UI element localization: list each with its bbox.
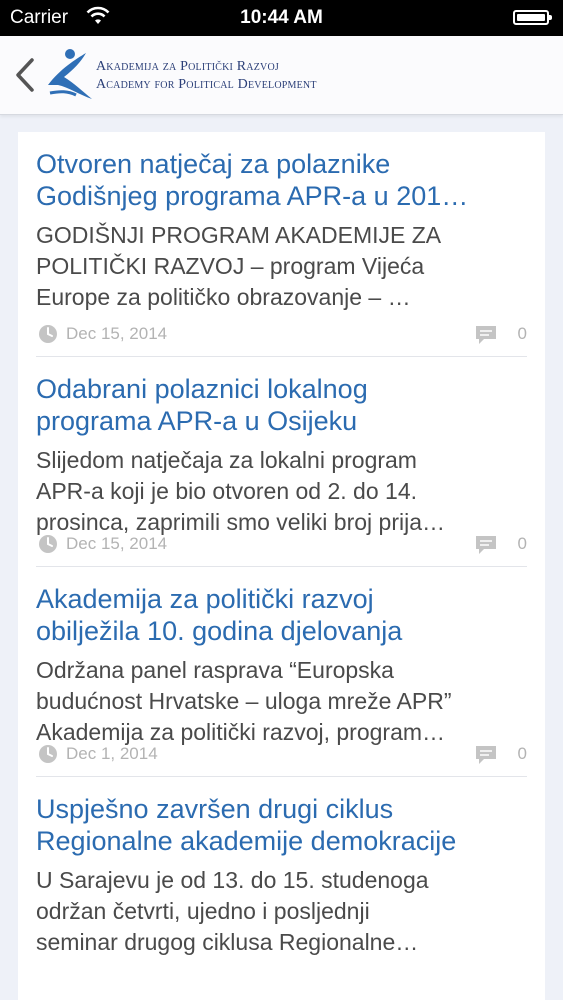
article-excerpt: Slijedom natječaja za lokalni program AP…: [36, 447, 446, 535]
article-item[interactable]: Uspješno završen drugi ciklus Regionalne…: [36, 777, 527, 987]
comment-icon[interactable]: [475, 745, 497, 765]
article-item[interactable]: Akademija za politički razvoj obilježila…: [36, 567, 527, 777]
comment-count: 0: [517, 324, 527, 343]
article-item[interactable]: Odabrani polaznici lokalnog programa APR…: [36, 357, 527, 567]
logo-line-croatian: Akademija za Politički Razvoj: [96, 59, 279, 74]
article-excerpt: U Sarajevu je od 13. do 15. studenoga od…: [36, 867, 429, 955]
apr-logo-icon: [48, 49, 92, 99]
article-date: Dec 15, 2014: [66, 534, 168, 553]
logo-line-english: Academy for Political Development: [96, 77, 317, 92]
battery-icon: [513, 10, 552, 25]
article-date: Dec 1, 2014: [66, 744, 158, 763]
comment-icon[interactable]: [475, 325, 497, 345]
article-title[interactable]: Otvoren natječaj za polaznike Godišnjeg …: [36, 148, 527, 212]
status-bar: Carrier 10:44 AM: [0, 0, 563, 36]
article-title[interactable]: Odabrani polaznici lokalnog programa APR…: [36, 373, 527, 437]
comment-icon[interactable]: [475, 535, 497, 555]
logo-text: Akademija za Politički Razvoj Academy fo…: [96, 58, 317, 94]
article-title[interactable]: Uspješno završen drugi ciklus Regionalne…: [36, 793, 527, 857]
article-item[interactable]: Otvoren natječaj za polaznike Godišnjeg …: [36, 132, 527, 357]
articles-list: Otvoren natječaj za polaznike Godišnjeg …: [18, 132, 545, 1000]
navigation-bar: Akademija za Politički Razvoj Academy fo…: [0, 36, 563, 115]
article-meta: Dec 15, 2014 0: [36, 534, 527, 556]
article-title[interactable]: Akademija za politički razvoj obilježila…: [36, 583, 527, 647]
comment-count: 0: [517, 534, 527, 553]
back-chevron-icon[interactable]: [12, 56, 40, 94]
article-excerpt: Održana panel rasprava “Europska budućno…: [36, 657, 452, 745]
article-excerpt: GODIŠNJI PROGRAM AKADEMIJE ZA POLITIČKI …: [36, 222, 442, 310]
clock-time: 10:44 AM: [240, 7, 323, 28]
article-meta: Dec 1, 2014 0: [36, 744, 527, 766]
clock-icon: [39, 535, 57, 553]
article-meta: Dec 15, 2014 0: [36, 324, 527, 346]
clock-icon: [39, 325, 57, 343]
article-date: Dec 15, 2014: [66, 324, 168, 343]
clock-icon: [39, 745, 57, 763]
comment-count: 0: [517, 744, 527, 763]
